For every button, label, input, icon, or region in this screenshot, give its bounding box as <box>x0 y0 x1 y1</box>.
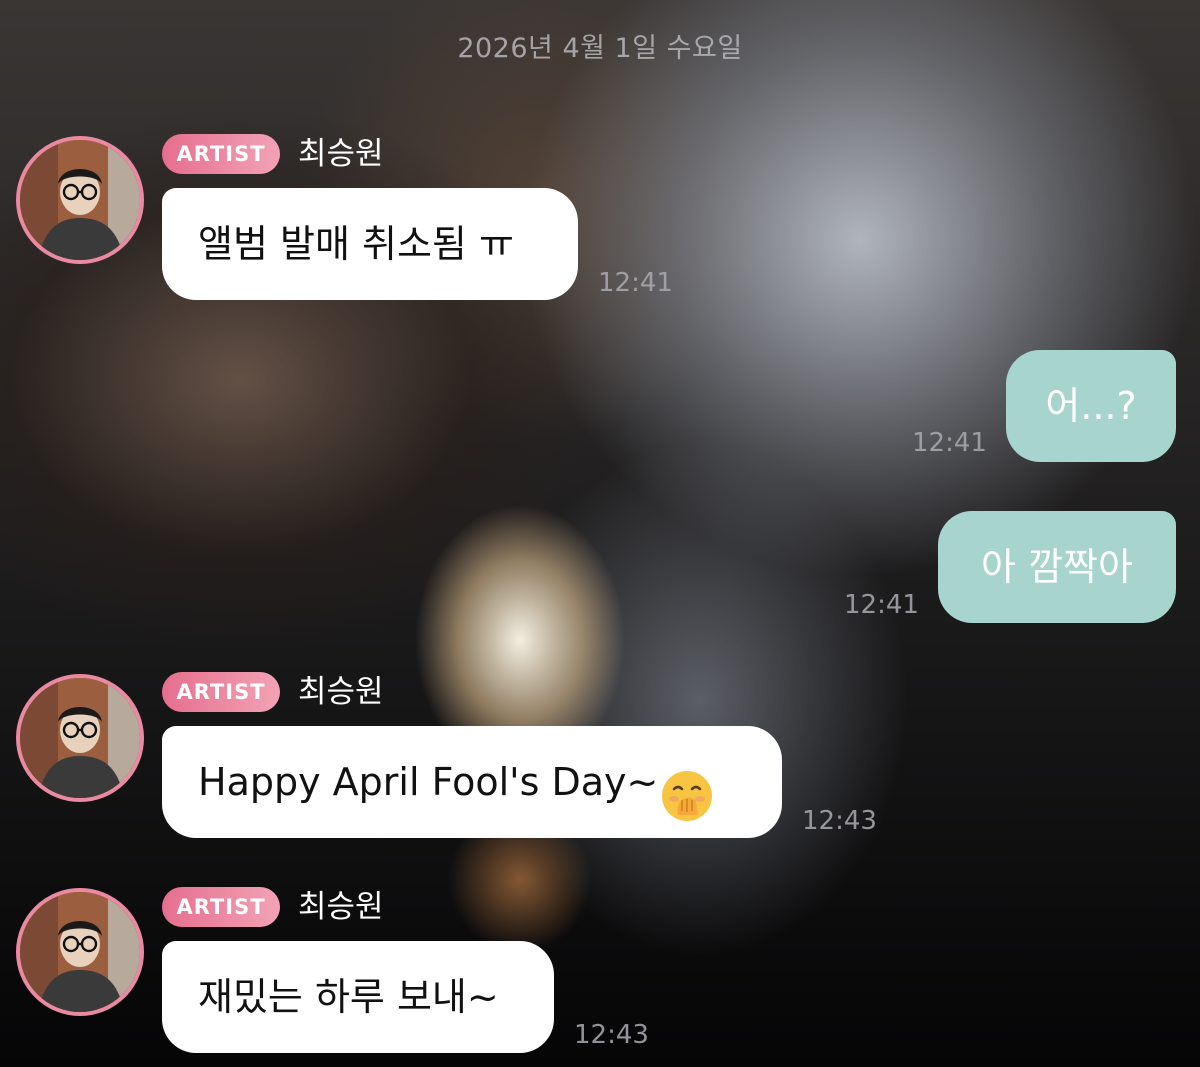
artist-badge: ARTIST <box>162 134 280 174</box>
date-separator: 2026년 4월 1일 수요일 <box>457 33 743 64</box>
message-time: 12:43 <box>802 806 877 836</box>
message-time: 12:43 <box>574 1020 649 1050</box>
sender-name: 최승원 <box>298 136 384 172</box>
artist-badge: ARTIST <box>162 672 280 712</box>
sender-name: 최승원 <box>298 674 384 710</box>
message-text: Happy April Fool's Day~ <box>198 760 659 804</box>
artist-avatar[interactable] <box>16 136 144 264</box>
artist-avatar[interactable] <box>16 888 144 1016</box>
message-time: 12:41 <box>844 590 919 620</box>
outgoing-message-bubble[interactable]: 아 깜짝아 <box>938 511 1176 623</box>
message-text: 어...? <box>1045 384 1137 428</box>
message-text: 아 깜짝아 <box>981 545 1133 589</box>
incoming-message-bubble[interactable]: 재밌는 하루 보내~ <box>162 941 554 1053</box>
artist-avatar[interactable] <box>16 674 144 802</box>
sender-name: 최승원 <box>298 889 384 925</box>
message-time: 12:41 <box>912 428 987 458</box>
message-time: 12:41 <box>598 268 673 298</box>
face-with-hand-over-mouth-emoji-icon <box>660 754 714 821</box>
artist-badge: ARTIST <box>162 887 280 927</box>
message-text: 재밌는 하루 보내~ <box>198 975 499 1019</box>
message-text: 앨범 발매 취소됨 ㅠ <box>198 222 514 266</box>
outgoing-message-bubble[interactable]: 어...? <box>1006 350 1176 462</box>
chat-screen: 2026년 4월 1일 수요일 ARTIST 최승원 앨범 발매 취소됨 ㅠ 1… <box>0 0 1200 1067</box>
incoming-message-bubble[interactable]: 앨범 발매 취소됨 ㅠ <box>162 188 578 300</box>
incoming-message-bubble[interactable]: Happy April Fool's Day~ <box>162 726 782 838</box>
